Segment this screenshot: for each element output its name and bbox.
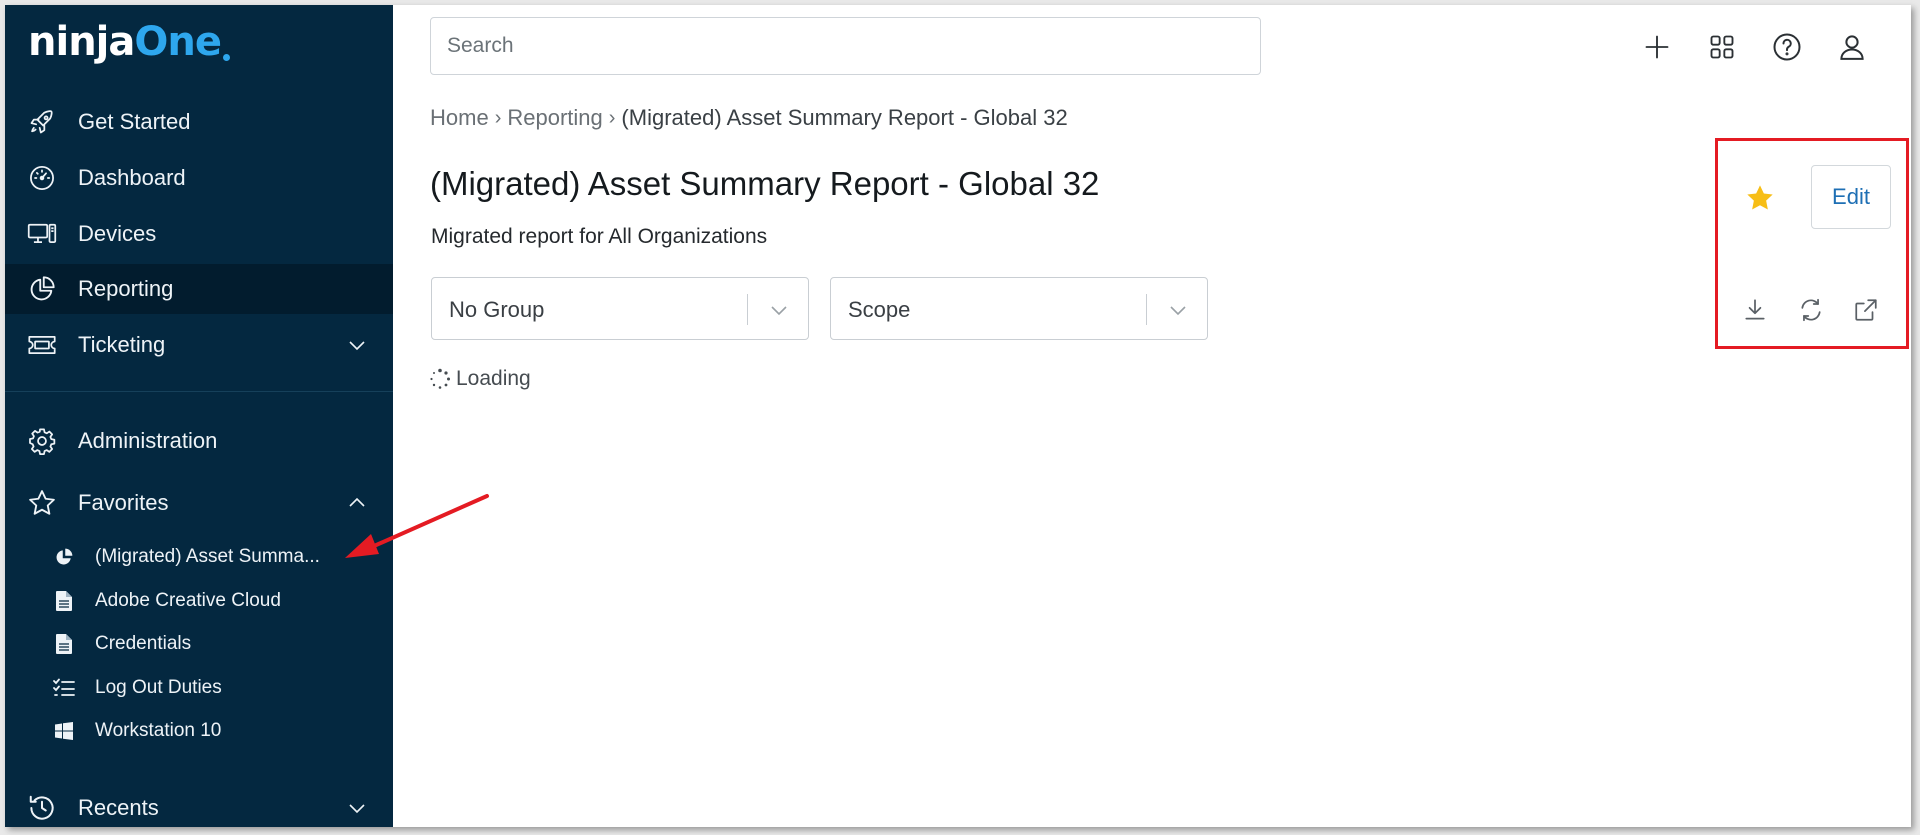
- loading-text: Loading: [456, 367, 531, 390]
- favorite-item-label: Log Out Duties: [95, 677, 222, 698]
- chevron-down-icon[interactable]: [345, 333, 369, 357]
- sidebar-item-label: Reporting: [78, 276, 174, 301]
- sidebar-item-label: Dashboard: [78, 165, 186, 190]
- scope-select-value: Scope: [848, 297, 911, 322]
- pie-chart-icon: [53, 546, 75, 568]
- sidebar-divider: [5, 391, 393, 392]
- pie-chart-icon: [27, 274, 57, 304]
- sidebar-item-ticketing[interactable]: Ticketing: [5, 320, 393, 370]
- favorite-item-asset-summary[interactable]: (Migrated) Asset Summa...: [5, 537, 393, 577]
- chevron-up-icon[interactable]: [345, 491, 369, 515]
- sidebar-item-recents[interactable]: Recents: [5, 783, 393, 827]
- chevron-down-icon: [771, 306, 787, 316]
- history-icon: [27, 793, 57, 823]
- grid-icon[interactable]: [1705, 30, 1739, 64]
- breadcrumb-reporting[interactable]: Reporting: [507, 105, 602, 131]
- user-icon[interactable]: [1835, 30, 1869, 64]
- favorite-item-adobe-creative-cloud[interactable]: Adobe Creative Cloud: [5, 581, 393, 621]
- breadcrumb: Home › Reporting › (Migrated) Asset Summ…: [430, 105, 1068, 131]
- chevron-down-icon: [1170, 306, 1186, 316]
- favorite-star-button[interactable]: [1743, 181, 1777, 215]
- refresh-icon[interactable]: [1796, 295, 1826, 325]
- sidebar-item-label: Recents: [78, 795, 159, 820]
- sidebar-item-devices[interactable]: Devices: [5, 209, 393, 259]
- favorite-item-label: Credentials: [95, 633, 192, 654]
- sidebar-item-label: Get Started: [78, 109, 191, 134]
- app-window: ninja One Get Started Dashboard Devices …: [5, 5, 1911, 827]
- breadcrumb-current: (Migrated) Asset Summary Report - Global…: [621, 105, 1068, 130]
- page-subtitle: Migrated report for All Organizations: [431, 225, 768, 248]
- loading-indicator: Loading: [429, 367, 531, 391]
- sidebar-item-reporting[interactable]: Reporting: [5, 264, 393, 314]
- favorite-item-label: (Migrated) Asset Summa...: [95, 546, 320, 567]
- gauge-icon: [27, 163, 57, 193]
- breadcrumb-home[interactable]: Home: [430, 105, 489, 131]
- ninjaone-logo[interactable]: ninja One: [28, 19, 230, 69]
- star-outline-icon: [27, 488, 57, 518]
- spinner-icon: [430, 368, 450, 389]
- search-input[interactable]: [430, 17, 1261, 75]
- windows-icon: [53, 720, 75, 742]
- sidebar: ninja One Get Started Dashboard Devices …: [5, 5, 393, 827]
- group-select-value: No Group: [449, 297, 545, 322]
- sidebar-item-get-started[interactable]: Get Started: [5, 97, 393, 147]
- sidebar-item-label: Favorites: [78, 490, 169, 515]
- gear-icon: [27, 426, 57, 456]
- chevron-right-icon: ›: [608, 106, 616, 129]
- logo-text-one: One: [134, 19, 222, 65]
- logo-dot: [222, 54, 230, 61]
- devices-icon: [27, 219, 57, 249]
- favorite-item-label: Workstation 10: [95, 720, 222, 741]
- logo-text-ninja: ninja: [28, 19, 135, 65]
- external-link-icon[interactable]: [1851, 295, 1881, 325]
- favorite-item-log-out-duties[interactable]: Log Out Duties: [5, 668, 393, 708]
- edit-button[interactable]: Edit: [1811, 165, 1891, 229]
- sidebar-item-label: Administration: [78, 428, 218, 453]
- group-select[interactable]: No Group: [431, 277, 809, 340]
- sidebar-item-label: Ticketing: [78, 332, 166, 357]
- sidebar-item-label: Devices: [78, 221, 157, 246]
- select-divider: [1146, 294, 1147, 325]
- document-icon: [53, 590, 75, 612]
- plus-icon[interactable]: [1640, 30, 1674, 64]
- select-divider: [747, 294, 748, 325]
- favorite-item-workstation-10[interactable]: Workstation 10: [5, 711, 393, 751]
- sidebar-item-dashboard[interactable]: Dashboard: [5, 153, 393, 203]
- favorite-item-credentials[interactable]: Credentials: [5, 624, 393, 664]
- favorite-item-label: Adobe Creative Cloud: [95, 590, 281, 611]
- help-icon[interactable]: [1770, 30, 1804, 64]
- sidebar-item-administration[interactable]: Administration: [5, 416, 393, 466]
- sidebar-item-favorites[interactable]: Favorites: [5, 478, 393, 528]
- chevron-down-icon[interactable]: [345, 796, 369, 820]
- ticket-icon: [27, 330, 57, 360]
- document-icon: [53, 633, 75, 655]
- page-title: (Migrated) Asset Summary Report - Global…: [430, 165, 1100, 202]
- scope-select[interactable]: Scope: [830, 277, 1208, 340]
- checklist-icon: [53, 677, 75, 699]
- star-filled-icon: [1747, 185, 1773, 210]
- download-icon[interactable]: [1740, 295, 1770, 325]
- rocket-icon: [27, 107, 57, 137]
- chevron-right-icon: ›: [494, 106, 502, 129]
